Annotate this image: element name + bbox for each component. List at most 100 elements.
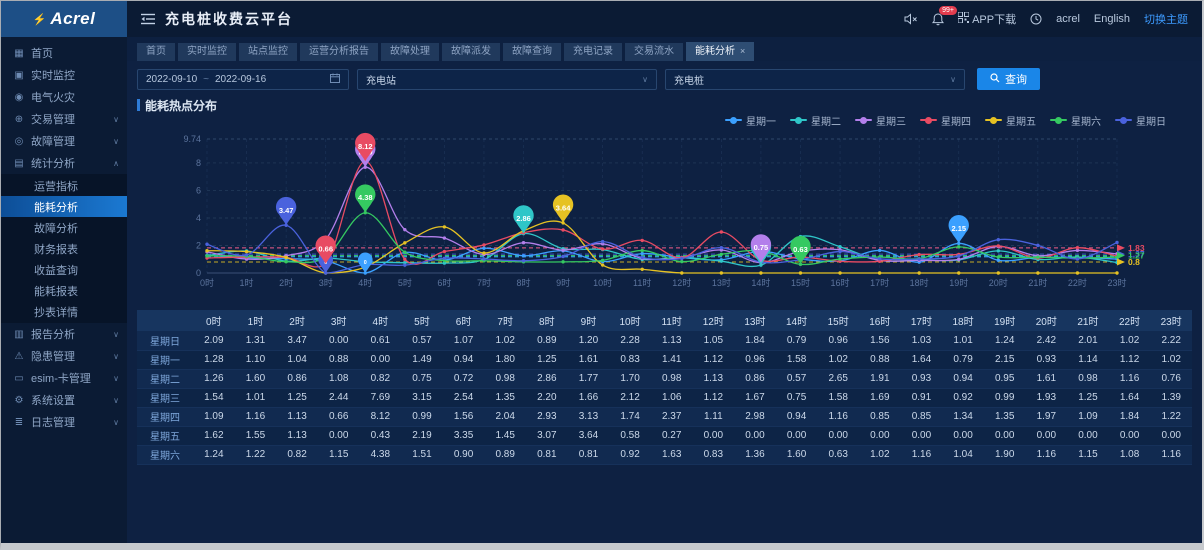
tab-label: 故障派发 <box>451 46 491 57</box>
sidebar-subitem-抄表详情[interactable]: 抄表详情 <box>1 301 127 322</box>
tab-站点监控[interactable]: 站点监控 <box>239 43 297 61</box>
table-value-cell: 1.04 <box>942 445 984 464</box>
table-value-cell: 0.58 <box>609 426 651 445</box>
table-value-cell: 1.25 <box>1067 388 1109 407</box>
table-value-cell: 1.08 <box>1109 445 1151 464</box>
language-switch[interactable]: English <box>1094 13 1130 25</box>
table-value-cell: 0.81 <box>568 445 610 464</box>
legend-item-星期三[interactable]: 星期三 <box>855 113 906 128</box>
table-value-cell: 0.90 <box>443 445 485 464</box>
table-value-cell: 0.93 <box>1026 350 1068 369</box>
tab-交易流水[interactable]: 交易流水 <box>625 43 683 61</box>
tab-故障查询[interactable]: 故障查询 <box>503 43 561 61</box>
username[interactable]: acrel <box>1056 13 1080 25</box>
x-tick-label: 2时 <box>279 277 293 288</box>
clock-icon[interactable] <box>1030 13 1042 25</box>
table-value-cell: 1.61 <box>568 350 610 369</box>
y-tick-label: 2 <box>196 240 201 250</box>
table-value-cell: 0.99 <box>984 388 1026 407</box>
calendar-icon <box>330 73 340 86</box>
legend-item-星期四[interactable]: 星期四 <box>920 113 971 128</box>
svg-text:4.38: 4.38 <box>358 193 373 202</box>
table-value-cell: 1.36 <box>734 445 776 464</box>
sidebar-subitem-收益查询[interactable]: 收益查询 <box>1 259 127 280</box>
chevron-icon: ∨ <box>113 418 119 427</box>
svg-text:2.86: 2.86 <box>516 214 531 223</box>
tab-故障处理[interactable]: 故障处理 <box>381 43 439 61</box>
table-value-cell: 1.77 <box>568 369 610 388</box>
sidebar-collapse-icon[interactable] <box>141 13 155 25</box>
sidebar-subitem-能耗报表[interactable]: 能耗报表 <box>1 280 127 301</box>
sidebar-subitem-故障分析[interactable]: 故障分析 <box>1 217 127 238</box>
table-hour-header: 8时 <box>526 310 568 331</box>
sidebar-item-esim-卡管理[interactable]: ▭esim-卡管理∨ <box>1 367 127 389</box>
x-tick-label: 23时 <box>1107 277 1126 288</box>
table-value-cell: 2.20 <box>526 388 568 407</box>
table-hour-header: 20时 <box>1026 310 1068 331</box>
table-value-cell: 1.55 <box>235 426 277 445</box>
sidebar-subitem-能耗分析[interactable]: 能耗分析 <box>1 196 127 217</box>
chart-title: 能耗热点分布 <box>145 97 217 114</box>
table-value-cell: 0.57 <box>401 331 443 350</box>
tab-close-icon[interactable]: × <box>740 46 745 56</box>
date-range-picker[interactable]: 2022-09-10 ~ 2022-09-16 <box>137 69 349 90</box>
table-value-cell: 1.31 <box>235 331 277 350</box>
notification-bell-icon[interactable]: 99+ <box>932 13 944 26</box>
pile-select[interactable]: 充电桩 ∨ <box>665 69 965 90</box>
legend-item-星期日[interactable]: 星期日 <box>1115 113 1166 128</box>
x-tick-label: 3时 <box>319 277 333 288</box>
sidebar-item-故障管理[interactable]: ◎故障管理∨ <box>1 130 127 152</box>
table-value-cell: 1.12 <box>693 350 735 369</box>
tab-充电记录[interactable]: 充电记录 <box>564 43 622 61</box>
sidebar-subitem-运营指标[interactable]: 运营指标 <box>1 175 127 196</box>
legend-item-星期五[interactable]: 星期五 <box>985 113 1036 128</box>
tab-实时监控[interactable]: 实时监控 <box>178 43 236 61</box>
sidebar-item-实时监控[interactable]: ▣实时监控 <box>1 64 127 86</box>
table-hour-header: 17时 <box>901 310 943 331</box>
app-download-link[interactable]: APP下载 <box>958 11 1016 27</box>
speaker-muted-icon[interactable] <box>904 13 918 25</box>
sidebar-item-交易管理[interactable]: ⊕交易管理∨ <box>1 108 127 130</box>
sidebar-item-label: 交易管理 <box>31 111 75 127</box>
sidebar-item-统计分析[interactable]: ▤统计分析∧ <box>1 152 127 174</box>
tab-故障派发[interactable]: 故障派发 <box>442 43 500 61</box>
x-tick-label: 21时 <box>1028 277 1047 288</box>
chart-canvas: 0时1时2时3时4时5时6时7时8时9时10时11时12时13时14时15时16… <box>137 127 1195 299</box>
table-value-cell: 1.22 <box>1150 407 1192 426</box>
switch-theme-link[interactable]: 切换主题 <box>1144 11 1188 27</box>
table-value-cell: 1.58 <box>817 388 859 407</box>
table-hour-header: 12时 <box>693 310 735 331</box>
table-value-cell: 0.83 <box>693 445 735 464</box>
table-value-cell: 1.64 <box>1109 388 1151 407</box>
legend-item-星期一[interactable]: 星期一 <box>725 113 776 128</box>
sidebar-item-报告分析[interactable]: ▥报告分析∨ <box>1 323 127 345</box>
table-value-cell: 1.25 <box>526 350 568 369</box>
table-value-cell: 1.09 <box>193 407 235 426</box>
table-value-cell: 0.82 <box>360 369 402 388</box>
search-button[interactable]: 查询 <box>977 68 1040 90</box>
sidebar-item-日志管理[interactable]: ≣日志管理∨ <box>1 411 127 433</box>
legend-item-星期六[interactable]: 星期六 <box>1050 113 1101 128</box>
table-value-cell: 0.00 <box>942 426 984 445</box>
sidebar-item-电气火灾[interactable]: ◉电气火灾 <box>1 86 127 108</box>
chart-marker-pin: 3.64 <box>553 194 573 222</box>
tab-首页[interactable]: 首页 <box>137 43 175 61</box>
table-value-cell: 1.35 <box>484 388 526 407</box>
chart-marker-pin: 0.75 <box>751 234 771 262</box>
table-value-cell: 0.95 <box>984 369 1026 388</box>
sidebar-subitem-财务报表[interactable]: 财务报表 <box>1 238 127 259</box>
settings-icon: ⚙ <box>13 395 25 406</box>
tab-能耗分析[interactable]: 能耗分析× <box>686 42 754 61</box>
sidebar-item-隐患管理[interactable]: ⚠隐患管理∨ <box>1 345 127 367</box>
table-value-cell: 1.54 <box>193 388 235 407</box>
table-value-cell: 1.97 <box>1026 407 1068 426</box>
legend-item-星期二[interactable]: 星期二 <box>790 113 841 128</box>
sidebar-item-首页[interactable]: ▦首页 <box>1 42 127 64</box>
series-line-星期五 <box>207 221 1117 273</box>
station-select[interactable]: 充电站 ∨ <box>357 69 657 90</box>
sidebar-item-系统设置[interactable]: ⚙系统设置∨ <box>1 389 127 411</box>
brand-logo-text: Acrel <box>50 9 95 29</box>
tab-运营分析报告[interactable]: 运营分析报告 <box>300 43 378 61</box>
table-value-cell: 1.70 <box>609 369 651 388</box>
sidebar-item-label: esim-卡管理 <box>31 370 91 386</box>
